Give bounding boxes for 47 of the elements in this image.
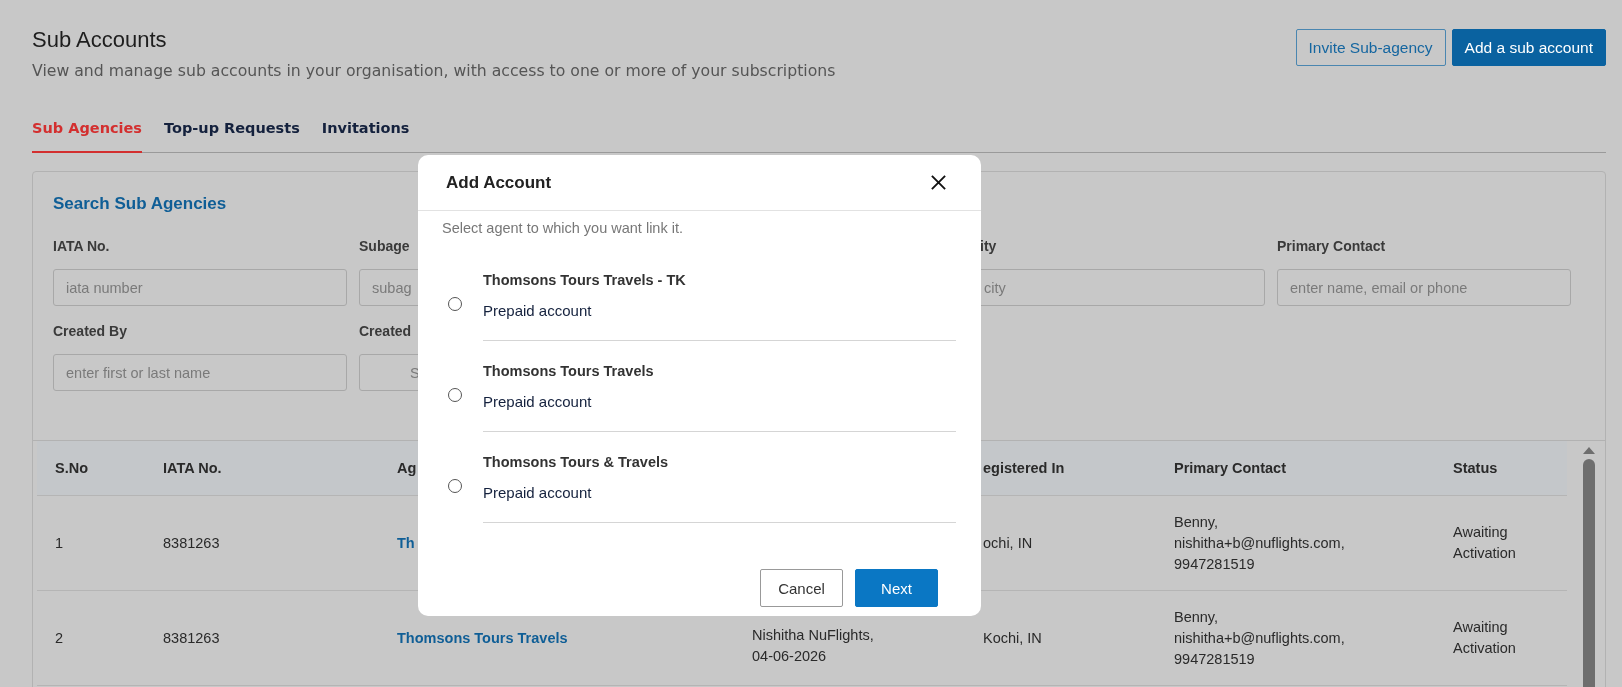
table-cell-text: Benny, nishitha+b@nuflights.com, 9947281519: [1174, 512, 1345, 574]
table-cell-text: 8381263: [163, 533, 220, 553]
dialog-title: Add Account: [446, 172, 552, 193]
field-label: Created: [359, 323, 412, 341]
agency-link[interactable]: Th: [397, 532, 415, 554]
table-cell-text: Awaiting Activation: [1453, 618, 1517, 658]
table-cell-text: Kochi, IN: [983, 628, 1042, 648]
agent-name: Thomsons Tours Travels - TK: [483, 271, 687, 290]
table-cell-text: 8381263: [163, 628, 220, 648]
table-cell-text: Benny, nishitha+b@nuflights.com, 9947281519: [1174, 607, 1345, 669]
cancel-button[interactable]: Cancel: [760, 569, 843, 607]
page-subtitle: View and manage sub accounts in your organisation, with access to one or more of your subscriptions: [32, 61, 836, 80]
account-type: Prepaid account: [483, 301, 593, 321]
invite-button[interactable]: Invite Sub-agency: [1295, 29, 1446, 66]
field-label: Subage: [359, 238, 410, 256]
account-type: Prepaid account: [483, 392, 593, 412]
agency-link[interactable]: Thomsons Tours Travels: [397, 627, 568, 649]
column-header: egistered In: [983, 460, 1065, 476]
input-field[interactable]: enter first or last name: [53, 354, 347, 391]
column-header: Primary Contact: [1174, 460, 1286, 476]
agent-name: Thomsons Tours Travels: [483, 362, 655, 381]
table-cell-text: Awaiting Activation: [1453, 523, 1517, 563]
add-account-button[interactable]: Add a sub account: [1451, 29, 1606, 66]
tab[interactable]: Invitations: [321, 116, 410, 153]
table-cell-text: ochi, IN: [983, 533, 1033, 553]
field-label: Created By: [53, 323, 127, 341]
column-header: Ag: [397, 460, 417, 476]
tab[interactable]: Top-up Requests: [164, 116, 300, 153]
account-type: Prepaid account: [483, 483, 593, 503]
column-header: IATA No.: [163, 460, 222, 476]
column-header: Status: [1453, 460, 1498, 476]
table-cell-text: 2: [55, 628, 64, 648]
field-label: IATA No.: [53, 238, 110, 256]
tab[interactable]: Sub Agencies: [32, 116, 142, 153]
table-cell-text: 1: [55, 533, 64, 553]
page-title: Sub Accounts: [32, 26, 168, 54]
dialog-subtitle: Select agent to which you want link it.: [441, 219, 684, 236]
field-label: Primary Contact: [1277, 238, 1386, 256]
column-header: S.No: [55, 460, 89, 476]
agent-name: Thomsons Tours & Travels: [483, 453, 670, 472]
section-title: Search Sub Agencies: [53, 194, 227, 214]
table-cell-text: Nishitha NuFlights, 04-06-2026: [752, 626, 874, 666]
input-field[interactable]: iata number: [53, 269, 347, 306]
field-label: ity: [979, 238, 997, 256]
next-button[interactable]: Next: [855, 569, 938, 607]
close-icon[interactable]: [930, 174, 947, 191]
input-field[interactable]: enter name, email or phone: [1277, 269, 1571, 306]
